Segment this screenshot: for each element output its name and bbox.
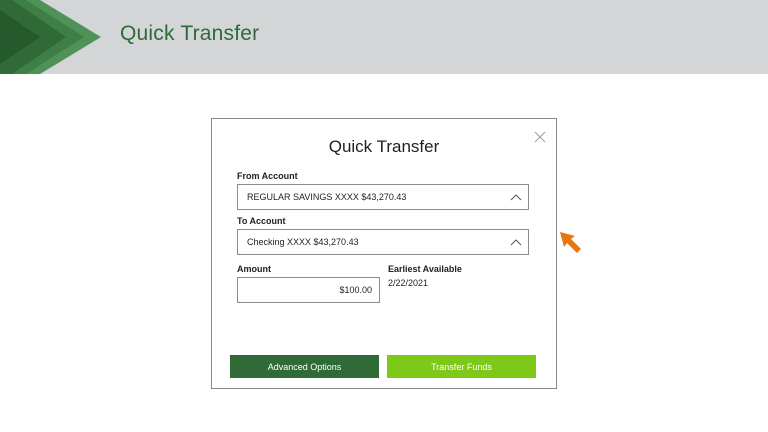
transfer-funds-button[interactable]: Transfer Funds bbox=[387, 355, 536, 378]
amount-input[interactable] bbox=[238, 278, 379, 302]
from-account-select[interactable]: REGULAR SAVINGS XXXX $43,270.43 bbox=[237, 184, 529, 210]
banner-title: Quick Transfer bbox=[120, 22, 260, 45]
dialog-title: Quick Transfer bbox=[328, 137, 440, 156]
chevron-logo-icon bbox=[0, 0, 101, 74]
from-account-value: REGULAR SAVINGS XXXX $43,270.43 bbox=[247, 192, 407, 202]
quick-transfer-dialog: Quick Transfer From Account REGULAR SAVI… bbox=[211, 118, 557, 389]
chevron-up-icon bbox=[510, 194, 522, 201]
chevron-up-icon bbox=[510, 239, 522, 246]
from-account-label: From Account bbox=[237, 171, 298, 181]
to-account-select[interactable]: Checking XXXX $43,270.43 bbox=[237, 229, 529, 255]
arrow-pointer-icon bbox=[560, 232, 581, 253]
top-banner: Quick Transfer bbox=[0, 0, 768, 74]
amount-field-wrapper bbox=[237, 277, 380, 303]
amount-label: Amount bbox=[237, 264, 271, 274]
earliest-available-date: 2/22/2021 bbox=[388, 278, 429, 288]
close-button[interactable] bbox=[533, 130, 547, 144]
earliest-available-label: Earliest Available bbox=[388, 264, 462, 274]
close-icon bbox=[534, 131, 546, 143]
to-account-value: Checking XXXX $43,270.43 bbox=[247, 237, 359, 247]
advanced-options-button[interactable]: Advanced Options bbox=[230, 355, 379, 378]
to-account-label: To Account bbox=[237, 216, 286, 226]
